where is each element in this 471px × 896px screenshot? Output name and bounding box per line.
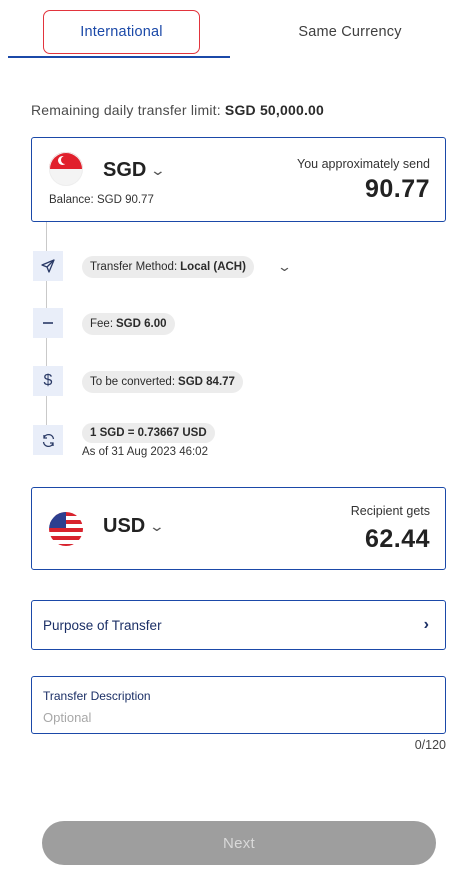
fee-pill: Fee: SGD 6.00 [82, 313, 175, 335]
receive-currency-code: USD [103, 515, 146, 537]
transfer-description-input[interactable] [43, 710, 423, 725]
purpose-of-transfer-selector[interactable]: Purpose of Transfer › [31, 600, 446, 650]
chevron-down-icon: ⌄ [148, 518, 166, 534]
converted-value: SGD 84.77 [178, 376, 235, 388]
daily-limit-text: Remaining daily transfer limit: SGD 50,0… [31, 102, 324, 118]
receive-amount-card[interactable]: USD ⌄ Recipient gets 62.44 [31, 487, 446, 570]
transfer-type-tabs: International Same Currency [0, 0, 471, 62]
receive-amount-label: Recipient gets [350, 504, 430, 518]
description-char-counter: 0/120 [414, 738, 446, 752]
tab-same-currency[interactable]: Same Currency [270, 10, 430, 54]
fee-label: Fee: [90, 318, 114, 330]
next-button[interactable]: Next [42, 821, 436, 865]
receive-amount-value[interactable]: 62.44 [365, 525, 430, 554]
refresh-icon [33, 425, 63, 455]
receive-currency-selector[interactable]: USD ⌄ [103, 515, 166, 538]
send-amount-card[interactable]: SGD ⌄ Balance: SGD 90.77 You approximate… [31, 137, 446, 222]
minus-icon [33, 308, 63, 338]
transfer-method-selector[interactable]: Transfer Method: Local (ACH) [82, 256, 254, 278]
daily-limit-label: Remaining daily transfer limit: [31, 102, 221, 118]
active-tab-indicator [8, 56, 230, 58]
fee-value: SGD 6.00 [116, 318, 167, 330]
chevron-down-icon: ⌄ [149, 162, 167, 178]
exchange-rate-timestamp: As of 31 Aug 2023 46:02 [82, 446, 208, 458]
send-balance: Balance: SGD 90.77 [49, 194, 154, 206]
daily-limit-value: SGD 50,000.00 [224, 102, 325, 118]
exchange-rate-pill: 1 SGD = 0.73667 USD [82, 423, 215, 443]
converted-amount-pill: To be converted: SGD 84.77 [82, 371, 243, 393]
send-amount-value[interactable]: 90.77 [365, 175, 430, 204]
send-currency-selector[interactable]: SGD ⌄ [103, 159, 167, 182]
chevron-right-icon: › [423, 616, 429, 633]
transfer-description-field[interactable]: Transfer Description [31, 676, 446, 734]
dollar-icon: $ [33, 366, 63, 396]
transfer-description-label: Transfer Description [43, 689, 151, 703]
singapore-flag-icon [49, 152, 83, 186]
exchange-rate: 1 SGD = 0.73667 USD [90, 427, 207, 439]
converted-label: To be converted: [90, 376, 176, 388]
send-arrow-icon [33, 251, 63, 281]
transfer-method-value: Local (ACH) [180, 261, 246, 273]
tab-international[interactable]: International [43, 10, 200, 54]
transfer-method-label: Transfer Method: [90, 261, 178, 273]
send-currency-code: SGD [103, 159, 147, 181]
usa-flag-icon [49, 512, 83, 546]
send-amount-label: You approximately send [297, 157, 430, 171]
purpose-label: Purpose of Transfer [43, 617, 162, 633]
chevron-down-icon[interactable]: ⌄ [277, 259, 292, 275]
